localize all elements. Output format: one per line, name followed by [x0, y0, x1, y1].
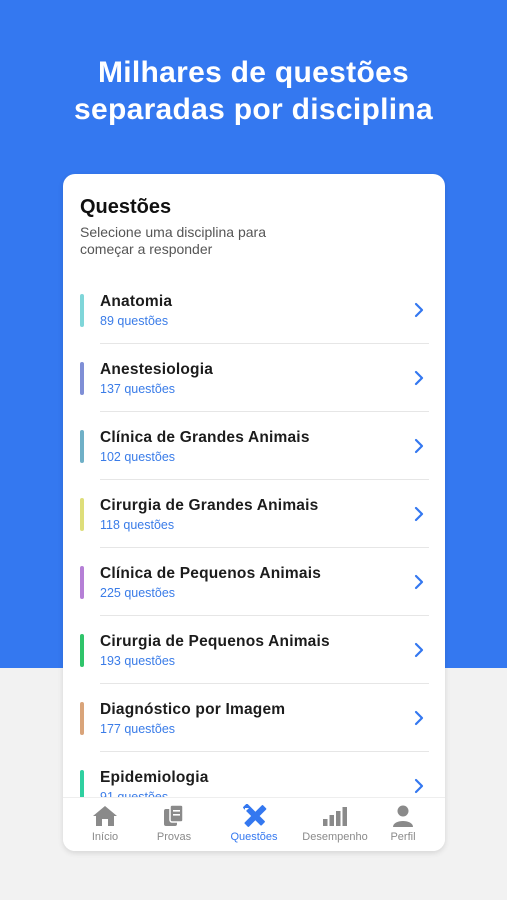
subject-item-anestesiologia[interactable]: Anestesiologia 137 questões	[63, 344, 445, 412]
subject-color-bar	[80, 430, 84, 463]
subject-item-clinica-grandes-animais[interactable]: Clínica de Grandes Animais 102 questões	[63, 412, 445, 480]
subject-question-count: 193 questões	[100, 654, 176, 668]
tab-label: Desempenho	[302, 831, 368, 843]
phone-screen-card: Questões Selecione uma disciplina para c…	[63, 174, 445, 851]
subject-name: Epidemiologia	[100, 769, 209, 786]
subject-color-bar	[80, 498, 84, 531]
tab-inicio[interactable]: Início	[67, 804, 143, 843]
documents-icon	[164, 804, 184, 826]
subject-color-bar	[80, 294, 84, 327]
tab-questoes[interactable]: Questões	[216, 804, 292, 843]
subject-color-bar	[80, 566, 84, 599]
subject-name: Cirurgia de Pequenos Animais	[100, 633, 330, 650]
subject-name: Diagnóstico por Imagem	[100, 701, 286, 718]
subject-color-bar	[80, 362, 84, 395]
subject-name: Anestesiologia	[100, 361, 214, 378]
subject-item-anatomia[interactable]: Anatomia 89 questões	[63, 276, 445, 344]
chevron-right-icon	[414, 574, 424, 590]
subject-name: Anatomia	[100, 293, 173, 310]
chevron-right-icon	[414, 438, 424, 454]
chevron-right-icon	[414, 370, 424, 386]
tab-label: Perfil	[390, 831, 416, 843]
chevron-right-icon	[414, 778, 424, 794]
subject-item-diagnostico-imagem[interactable]: Diagnóstico por Imagem 177 questões	[63, 684, 445, 752]
subject-item-clinica-pequenos-animais[interactable]: Clínica de Pequenos Animais 225 questões	[63, 548, 445, 616]
tab-provas[interactable]: Provas	[136, 804, 212, 843]
chevron-right-icon	[414, 642, 424, 658]
subject-list: Anatomia 89 questões Anestesiologia 137 …	[63, 276, 445, 820]
subject-question-count: 137 questões	[100, 382, 176, 396]
headline-line-1: Milhares de questões	[97, 56, 410, 89]
subject-question-count: 118 questões	[100, 518, 175, 532]
tab-label: Provas	[156, 831, 192, 843]
tab-label: Questões	[230, 831, 278, 843]
subject-name: Clínica de Grandes Animais	[100, 429, 310, 446]
subject-color-bar	[80, 702, 84, 735]
chevron-right-icon	[414, 710, 424, 726]
subject-name: Cirurgia de Grandes Animais	[100, 497, 319, 514]
page-subtitle: Selecione uma disciplina para começar a …	[80, 224, 266, 257]
tab-label: Início	[91, 831, 119, 843]
subject-item-cirurgia-pequenos-animais[interactable]: Cirurgia de Pequenos Animais 193 questõe…	[63, 616, 445, 684]
headline-line-2: separadas por disciplina	[74, 93, 433, 126]
tab-perfil[interactable]: Perfil	[365, 804, 441, 843]
marketing-headline: Milhares de questões separadas por disci…	[0, 54, 507, 128]
chevron-right-icon	[414, 302, 424, 318]
bottom-tab-bar: Início Provas Questões Desempenho Perfil	[63, 797, 445, 851]
home-icon	[93, 806, 117, 826]
subject-color-bar	[80, 634, 84, 667]
subject-question-count: 225 questões	[100, 586, 176, 600]
pencil-ruler-icon	[243, 804, 267, 827]
subject-item-cirurgia-grandes-animais[interactable]: Cirurgia de Grandes Animais 118 questões	[63, 480, 445, 548]
subject-name: Clínica de Pequenos Animais	[100, 565, 322, 582]
person-icon	[393, 805, 413, 827]
page-title: Questões	[80, 196, 172, 218]
subject-question-count: 89 questões	[100, 314, 169, 328]
tab-desempenho[interactable]: Desempenho	[297, 804, 373, 843]
bar-chart-icon	[323, 807, 347, 826]
subject-question-count: 102 questões	[100, 450, 176, 464]
subject-question-count: 177 questões	[100, 722, 176, 736]
chevron-right-icon	[414, 506, 424, 522]
